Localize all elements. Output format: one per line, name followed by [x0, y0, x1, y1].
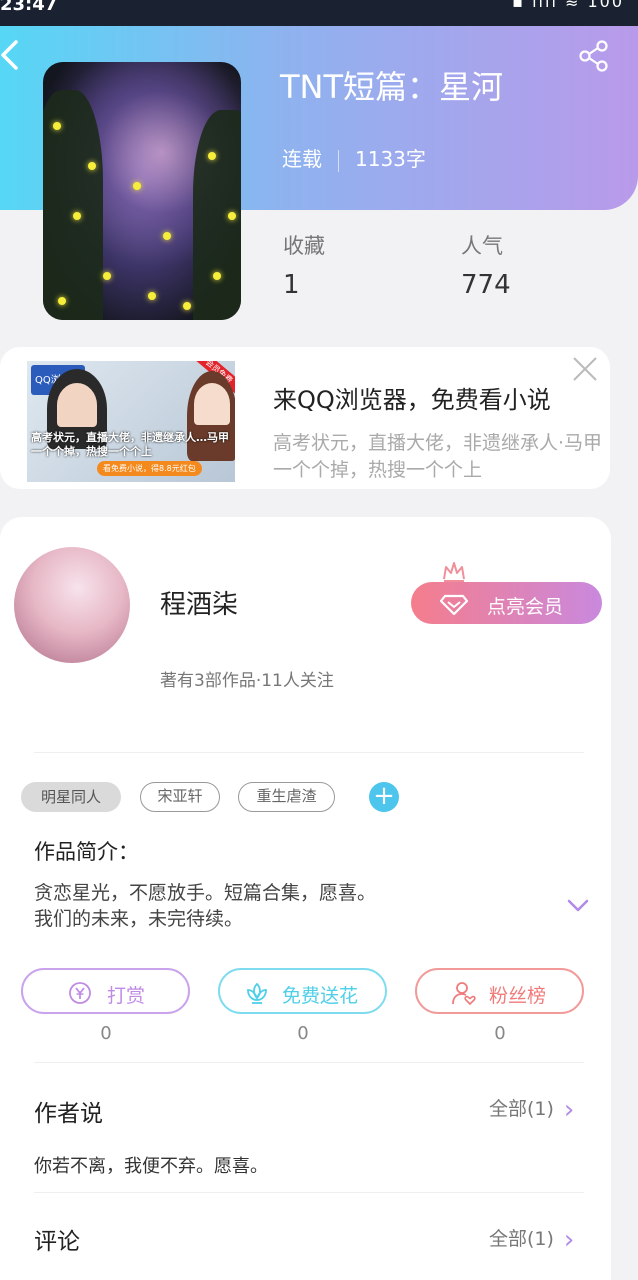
popularity-value: 774	[461, 270, 511, 300]
comments-more-link[interactable]: 全部(1) ›	[489, 1224, 574, 1255]
flower-icon	[247, 982, 267, 1004]
cover-firefly	[148, 292, 156, 300]
intro-line: 我们的未来，未完待续。	[34, 908, 244, 930]
reward-count: 0	[100, 1023, 112, 1044]
cover-firefly	[103, 272, 111, 280]
fan-count: 0	[494, 1023, 506, 1044]
close-icon	[573, 357, 597, 381]
diamond-icon	[439, 594, 469, 616]
user-heart-icon	[452, 982, 476, 1006]
cover-firefly	[58, 297, 66, 305]
comments-more-label: 全部(1)	[489, 1228, 554, 1250]
plus-icon: +	[373, 781, 395, 811]
cover-tree-left	[43, 90, 103, 320]
divider	[34, 1062, 584, 1063]
share-icon	[579, 40, 608, 72]
ad-image[interactable]: QQ浏览器 会员免费 高考状元，直播大佬，非遗继承人…马甲一个个掉，热搜一个个上…	[27, 361, 235, 482]
favorites-value: 1	[283, 270, 300, 300]
tag-chip[interactable]: 重生虐渣	[238, 782, 335, 812]
cover-firefly	[183, 302, 191, 310]
intro-text: 贪恋星光，不愿放手。短篇合集，愿喜。 我们的未来，未完待续。	[34, 880, 376, 932]
ad-title[interactable]: 来QQ浏览器，免费看小说	[273, 380, 551, 415]
ad-person-right-face	[194, 383, 230, 425]
chevron-right-icon: ›	[563, 1095, 575, 1125]
author-meta: 著有3部作品·11人关注	[160, 671, 334, 691]
reward-button[interactable]: 打赏	[21, 968, 190, 1014]
ad-person-left-face	[57, 383, 97, 427]
book-title: TNT短篇：星河	[280, 68, 504, 106]
cover-firefly	[88, 162, 96, 170]
author-says-more-link[interactable]: 全部(1) ›	[489, 1094, 574, 1125]
book-status-line: 连载 1133字	[282, 143, 426, 172]
divider	[34, 752, 584, 753]
flower-count: 0	[297, 1023, 309, 1044]
status-time: 23:47	[0, 0, 58, 15]
intro-line: 贪恋星光，不愿放手。短篇合集，愿喜。	[34, 882, 377, 904]
divider	[34, 1192, 584, 1193]
cover-firefly	[133, 182, 141, 190]
status-divider	[338, 149, 339, 172]
fan-rank-button[interactable]: 粉丝榜	[415, 968, 584, 1014]
author-says-text: 你若不离，我便不弃。愿喜。	[34, 1156, 268, 1177]
tag-chip[interactable]: 明星同人	[21, 782, 121, 812]
book-cover[interactable]	[43, 62, 241, 320]
send-flower-button[interactable]: 免费送花	[218, 968, 387, 1014]
share-button[interactable]	[578, 40, 610, 72]
cover-firefly	[73, 212, 81, 220]
ad-description: 高考状元，直播大佬，非遗继承人·马甲一个个掉，热搜一个个上	[273, 432, 603, 481]
reward-label: 打赏	[107, 985, 146, 1007]
intro-heading: 作品简介：	[34, 840, 139, 864]
serial-status: 连载	[282, 147, 322, 171]
author-name[interactable]: 程酒柒	[160, 584, 238, 621]
fan-rank-label: 粉丝榜	[489, 985, 547, 1007]
crown-icon	[443, 562, 465, 582]
ad-image-text: 高考状元，直播大佬，非遗继承人…马甲一个个掉，热搜一个个上	[31, 431, 229, 458]
vip-button[interactable]: 点亮会员	[411, 582, 602, 624]
tag-chip[interactable]: 宋亚轩	[140, 782, 220, 812]
author-says-heading: 作者说	[34, 1101, 103, 1127]
ad-close-button[interactable]	[571, 355, 599, 383]
author-avatar[interactable]	[14, 547, 130, 663]
cover-firefly	[208, 152, 216, 160]
cover-firefly	[213, 272, 221, 280]
add-tag-button[interactable]: +	[369, 782, 399, 812]
cover-firefly	[228, 212, 236, 220]
chevron-down-icon[interactable]	[566, 897, 590, 915]
vip-button-label: 点亮会员	[487, 596, 564, 618]
yen-icon	[69, 982, 91, 1004]
status-bar: 23:47 ▪ ıııl ≋ 100	[0, 0, 638, 26]
author-says-more-label: 全部(1)	[489, 1098, 554, 1120]
back-button[interactable]	[0, 38, 22, 72]
favorites-label: 收藏	[283, 234, 325, 258]
word-count: 1133字	[355, 147, 426, 171]
chevron-right-icon: ›	[563, 1225, 575, 1255]
ad-image-cta: 看免费小说，得8.8元红包	[97, 461, 202, 476]
chevron-left-icon	[1, 40, 18, 70]
comments-heading: 评论	[34, 1229, 80, 1255]
cover-firefly	[163, 232, 171, 240]
cover-firefly	[53, 122, 61, 130]
popularity-label: 人气	[461, 234, 503, 258]
system-icons: ▪ ıııl ≋ 100	[512, 0, 624, 11]
send-flower-label: 免费送花	[282, 985, 359, 1007]
